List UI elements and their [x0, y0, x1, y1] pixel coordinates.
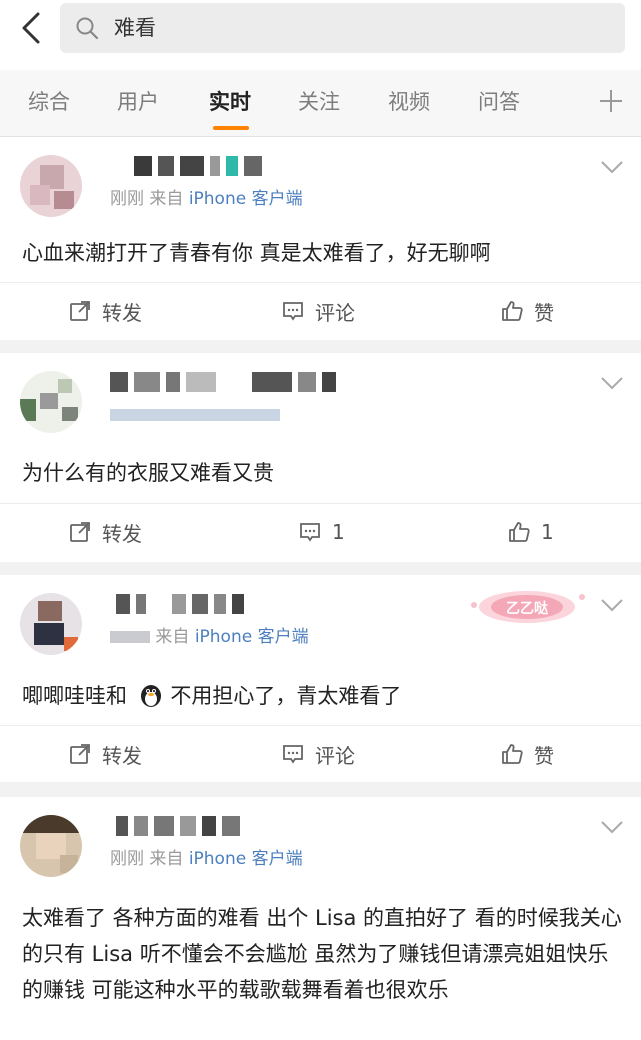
- username-redacted[interactable]: [110, 371, 342, 397]
- post-meta: 刚刚 来自 iPhone 客户端: [110, 847, 303, 871]
- post-source[interactable]: iPhone 客户端: [189, 189, 303, 209]
- thumbs-up-icon: [502, 301, 523, 321]
- like-button[interactable]: 赞: [500, 726, 554, 782]
- post-content: 心血来潮打开了青春有你 真是太难看了，好无聊啊: [22, 241, 491, 265]
- search-icon: [76, 17, 99, 40]
- post-source-prefix: 来自: [155, 627, 190, 647]
- tab-realtime[interactable]: 实时: [209, 88, 251, 116]
- post-content: 为什么有的衣服又难看又贵: [22, 461, 274, 485]
- repost-icon: [70, 522, 90, 542]
- comment-button[interactable]: 评论: [281, 726, 355, 782]
- comment-button[interactable]: 1: [298, 504, 345, 560]
- post-actions: 转发 评论 赞: [0, 725, 641, 782]
- repost-button[interactable]: 转发: [68, 283, 142, 339]
- like-button[interactable]: 赞: [500, 283, 554, 339]
- active-tab-indicator: [213, 126, 249, 130]
- username-redacted[interactable]: [110, 815, 246, 841]
- post-card[interactable]: 刚刚 来自 iPhone 客户端 太难看了 各种方面的难看 出个 Lisa 的直…: [0, 797, 641, 1040]
- back-button[interactable]: [12, 8, 52, 48]
- back-arrow-icon: [22, 12, 40, 44]
- search-query-text: 难看: [114, 16, 156, 40]
- repost-icon: [70, 744, 90, 764]
- post-source-prefix: 来自: [149, 849, 184, 869]
- repost-label: 转发: [102, 300, 142, 325]
- add-tab-icon[interactable]: [598, 88, 624, 114]
- chevron-down-icon[interactable]: [600, 819, 624, 835]
- chevron-down-icon[interactable]: [600, 159, 624, 175]
- tab-video[interactable]: 视频: [388, 88, 430, 116]
- comment-icon: [283, 745, 303, 764]
- avatar[interactable]: [20, 155, 82, 217]
- post-meta: 来自 iPhone 客户端: [110, 625, 309, 649]
- post-content: 唧唧哇哇和 不用担心了，青太难看了: [22, 678, 622, 714]
- badge-text: 乙乙哒: [506, 600, 549, 617]
- post-meta-redacted: [110, 409, 280, 421]
- search-input[interactable]: 难看: [60, 3, 625, 53]
- comment-icon: [283, 302, 303, 321]
- chevron-down-icon[interactable]: [600, 597, 624, 613]
- post-meta: 刚刚 来自 iPhone 客户端: [110, 187, 303, 211]
- avatar[interactable]: [20, 593, 82, 655]
- repost-button[interactable]: 转发: [68, 726, 142, 782]
- post-source-prefix: 来自: [149, 189, 184, 209]
- comment-icon: [300, 523, 320, 542]
- thumbs-up-icon: [509, 522, 530, 542]
- tab-following[interactable]: 关注: [298, 88, 340, 116]
- post-actions: 转发 评论 赞: [0, 282, 641, 339]
- repost-label: 转发: [102, 521, 142, 546]
- comment-label: 评论: [315, 300, 355, 325]
- post-source[interactable]: iPhone 客户端: [195, 627, 309, 647]
- member-badge-bubble: 乙乙哒: [471, 591, 585, 623]
- chevron-down-icon[interactable]: [600, 375, 624, 391]
- avatar[interactable]: [20, 371, 82, 433]
- username-redacted[interactable]: [110, 155, 268, 181]
- like-label: 赞: [534, 300, 554, 325]
- repost-button[interactable]: 转发: [68, 504, 142, 560]
- post-meta: [110, 403, 280, 427]
- tab-qa[interactable]: 问答: [478, 88, 520, 116]
- post-content-part: 唧唧哇哇和: [22, 684, 127, 708]
- username-redacted[interactable]: [110, 593, 250, 619]
- repost-icon: [70, 301, 90, 321]
- comment-button[interactable]: 评论: [281, 283, 355, 339]
- comment-count: 1: [332, 520, 345, 544]
- post-content: 太难看了 各种方面的难看 出个 Lisa 的直拍好了 看的时候我关心的只有 Li…: [22, 906, 622, 1002]
- thumbs-up-icon: [502, 744, 523, 764]
- post-card[interactable]: 来自 iPhone 客户端 乙乙哒 唧唧哇哇和 不用担心了，青太难看了 转发 评…: [0, 575, 641, 782]
- like-count: 1: [541, 520, 554, 544]
- post-card[interactable]: 刚刚 来自 iPhone 客户端 心血来潮打开了青春有你 真是太难看了，好无聊啊…: [0, 137, 641, 340]
- search-header: 难看: [0, 0, 641, 70]
- post-source[interactable]: iPhone 客户端: [189, 849, 303, 869]
- like-label: 赞: [534, 743, 554, 768]
- tab-comprehensive[interactable]: 综合: [28, 88, 70, 116]
- penguin-icon: [140, 685, 161, 707]
- avatar[interactable]: [20, 815, 82, 877]
- post-card[interactable]: 为什么有的衣服又难看又贵 转发 1 1: [0, 353, 641, 562]
- post-actions: 转发 1 1: [0, 503, 641, 560]
- post-content-part: 不用担心了，青太难看了: [170, 684, 402, 708]
- post-meta-redacted: [110, 631, 150, 643]
- like-button[interactable]: 1: [507, 504, 554, 560]
- post-time: 刚刚: [110, 189, 144, 209]
- post-time: 刚刚: [110, 849, 144, 869]
- filter-tabs: 综合 用户 实时 关注 视频 问答: [0, 70, 641, 137]
- tab-users[interactable]: 用户: [117, 88, 159, 116]
- repost-label: 转发: [102, 743, 142, 768]
- comment-label: 评论: [315, 743, 355, 768]
